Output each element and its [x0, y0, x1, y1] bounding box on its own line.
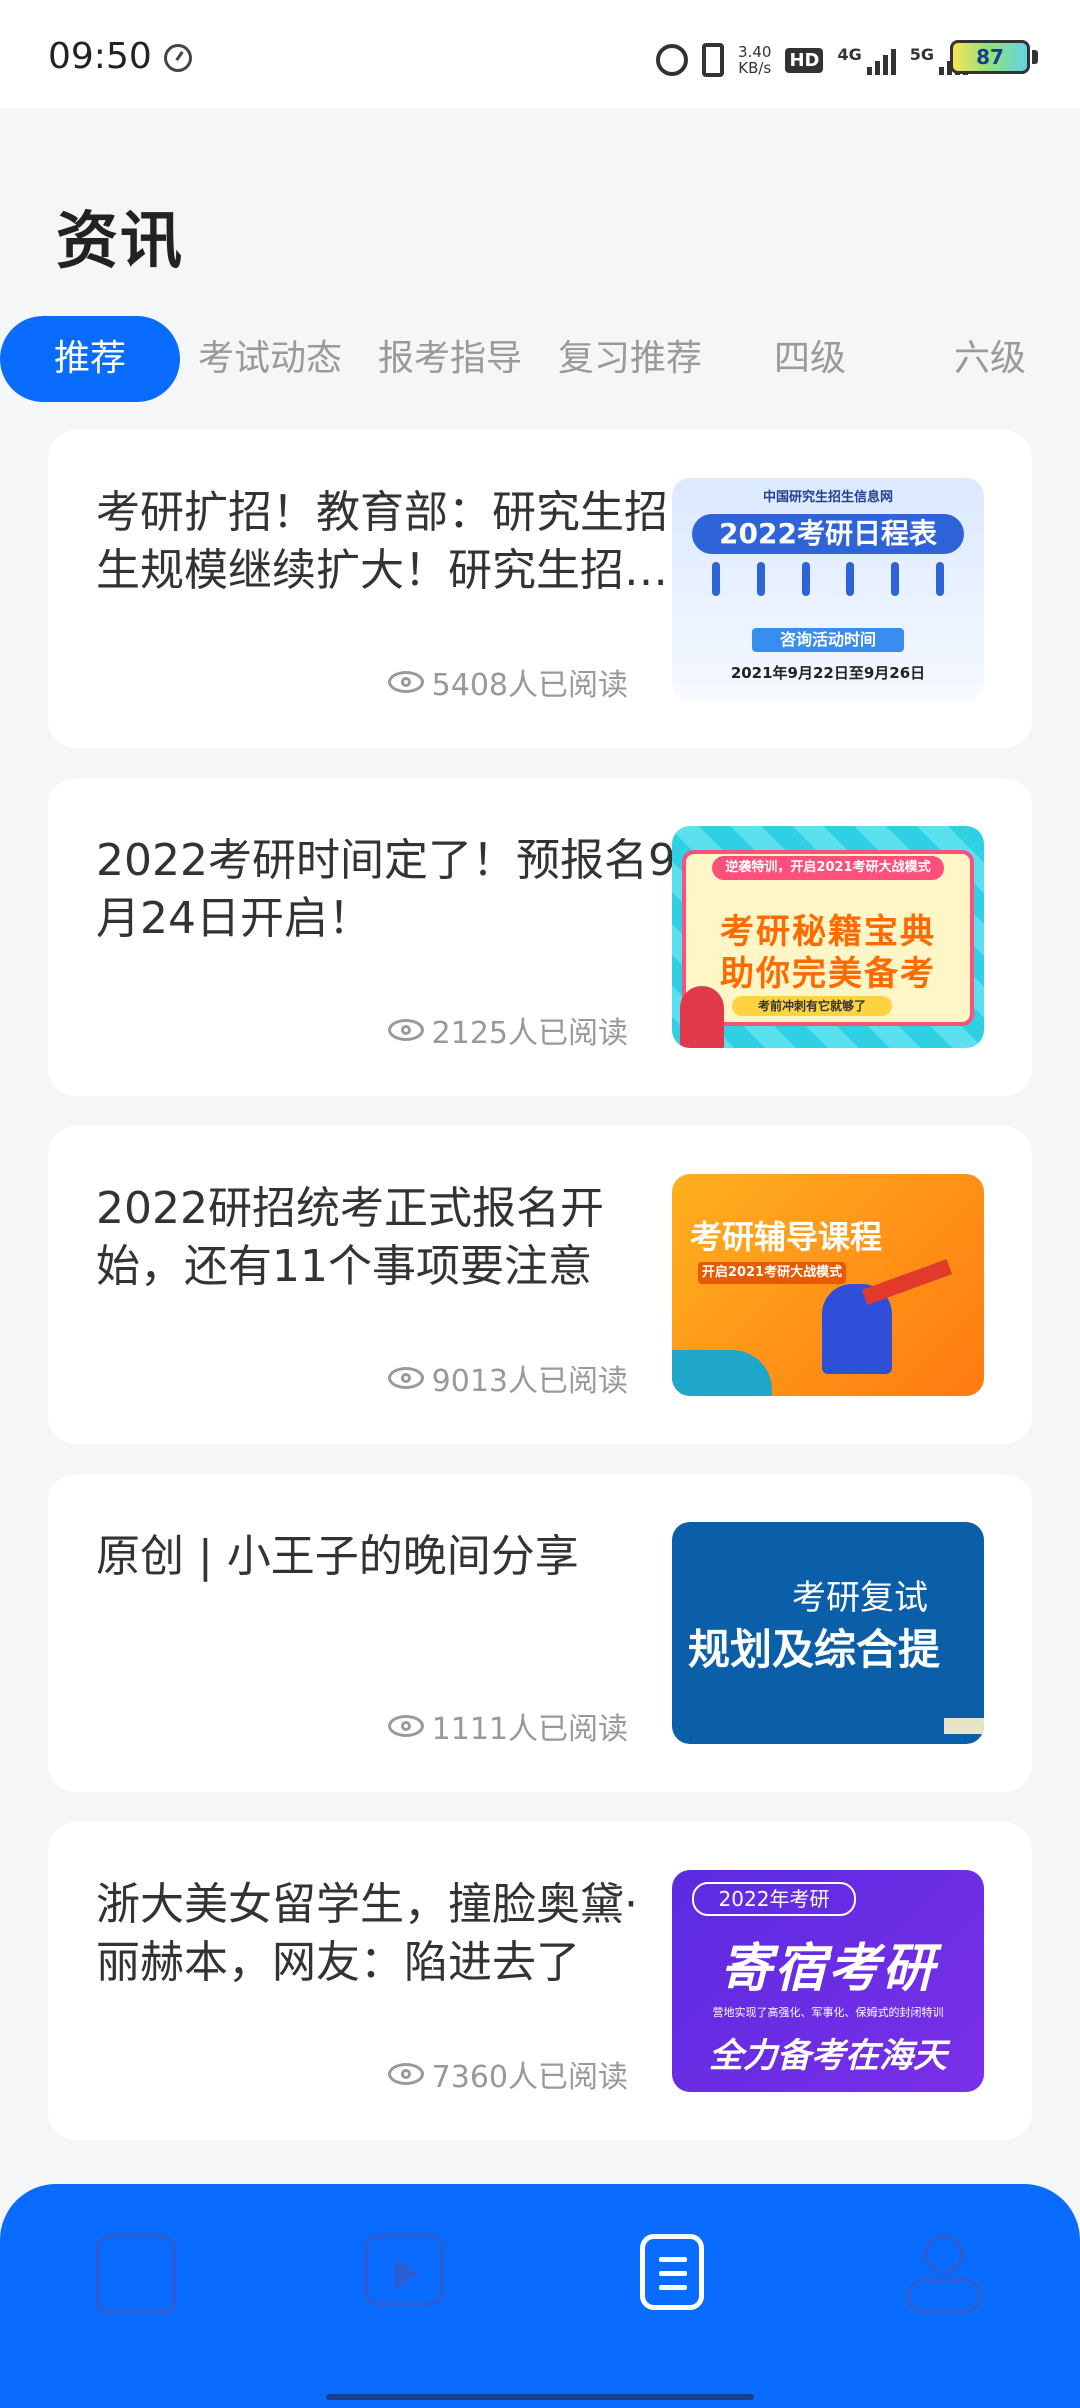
- tab-review-recommend[interactable]: 复习推荐: [546, 316, 714, 402]
- tab-cet6[interactable]: 六级: [920, 316, 1060, 402]
- battery-icon: 87: [950, 40, 1030, 74]
- eye-icon: [387, 1367, 424, 1389]
- status-time: 09:50: [48, 36, 152, 77]
- article-title: 2022考研时间定了！预报名9月24日开启！: [96, 835, 676, 944]
- category-tabs: 推荐 考试动态 报考指导 复习推荐 四级 六级: [0, 316, 1080, 406]
- nav-home[interactable]: [96, 2234, 176, 2314]
- clock-icon: [164, 44, 192, 72]
- alarm-icon: [656, 44, 689, 76]
- hd-icon: HD: [785, 47, 824, 73]
- nav-profile[interactable]: [904, 2234, 984, 2314]
- article-title: 浙大美女留学生，撞脸奥黛·丽赫本，网友：陷进去了: [96, 1879, 638, 1988]
- article-title: 原创 | 小王子的晚间分享: [96, 1531, 579, 1582]
- bottom-nav: [0, 2184, 1080, 2408]
- eye-icon: [387, 1019, 424, 1041]
- read-count: 1111人已阅读: [387, 1704, 628, 1748]
- article-card[interactable]: 2022考研时间定了！预报名9月24日开启！ 2125人已阅读 逆袭特训，开启2…: [48, 778, 1032, 1096]
- read-count: 9013人已阅读: [387, 1356, 628, 1400]
- tab-exam-news[interactable]: 考试动态: [186, 316, 354, 402]
- read-count: 2125人已阅读: [387, 1008, 628, 1052]
- vibrate-icon: [702, 43, 725, 77]
- eye-icon: [387, 1715, 424, 1737]
- article-thumbnail: 2022年考研 寄宿考研 营地实现了高强化、军事化、保姆式的封闭特训 全力备考在…: [672, 1870, 984, 2092]
- girl-illustration: [680, 986, 724, 1048]
- article-thumbnail: 考研复试 规划及综合提: [672, 1522, 984, 1744]
- tab-recommend[interactable]: 推荐: [0, 316, 180, 402]
- article-title: 2022研招统考正式报名开始，还有11个事项要注意: [96, 1183, 604, 1292]
- nav-video[interactable]: [364, 2234, 444, 2314]
- article-card[interactable]: 2022研招统考正式报名开始，还有11个事项要注意 9013人已阅读 考研辅导课…: [48, 1126, 1032, 1444]
- article-title: 考研扩招！教育部：研究生招生规模继续扩大！研究生招生规模继续扩大: [96, 487, 668, 596]
- news-icon: [640, 2234, 704, 2310]
- page-title: 资讯: [56, 204, 185, 277]
- article-card[interactable]: 考研扩招！教育部：研究生招生规模继续扩大！研究生招生规模继续扩大 5408人已阅…: [48, 430, 1032, 748]
- article-thumbnail: 逆袭特训，开启2021考研大战模式 考研秘籍宝典 助你完美备考 考前冲刺有它就够…: [672, 826, 984, 1048]
- net-speed: 3.40 KB/s: [738, 43, 772, 77]
- article-card[interactable]: 原创 | 小王子的晚间分享 1111人已阅读 考研复试 规划及综合提: [48, 1474, 1032, 1792]
- tab-cet4[interactable]: 四级: [740, 316, 880, 402]
- calendar-rings: [712, 562, 944, 602]
- user-icon: [904, 2234, 984, 2314]
- read-count: 5408人已阅读: [387, 660, 628, 704]
- nav-news[interactable]: [640, 2234, 720, 2314]
- home-indicator: [326, 2394, 754, 2400]
- signal-4g-icon: 4G: [837, 45, 896, 75]
- home-icon: [96, 2234, 176, 2314]
- article-thumbnail: 中国研究生招生信息网 2022考研日程表 咨询活动时间 2021年9月22日至9…: [672, 478, 984, 700]
- article-card[interactable]: 浙大美女留学生，撞脸奥黛·丽赫本，网友：陷进去了 7360人已阅读 2022年考…: [48, 1822, 1032, 2140]
- read-count: 7360人已阅读: [387, 2052, 628, 2096]
- status-bar: 09:50 3.40 KB/s HD 4G 5G 87: [0, 0, 1080, 108]
- article-thumbnail: 考研辅导课程 开启2021考研大战模式: [672, 1174, 984, 1396]
- battery-tip: [1032, 50, 1038, 64]
- book-illustration: [944, 1718, 984, 1734]
- video-icon: [364, 2234, 444, 2306]
- tab-application-guide[interactable]: 报考指导: [366, 316, 534, 402]
- eye-icon: [387, 2063, 424, 2085]
- eye-icon: [387, 671, 424, 693]
- status-icons: 3.40 KB/s HD 4G 5G: [656, 38, 968, 82]
